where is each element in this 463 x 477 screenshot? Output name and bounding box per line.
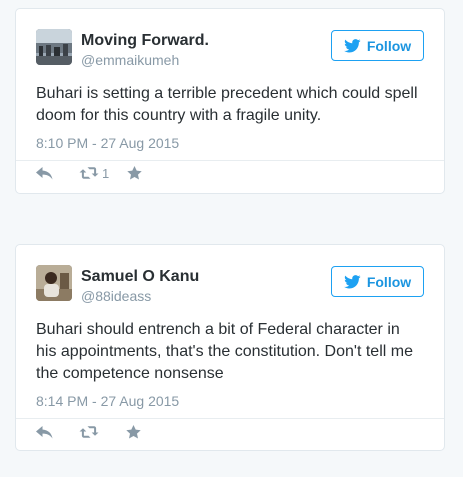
tweet-actions: 1 [36,163,142,183]
avatar[interactable] [36,29,72,65]
reply-icon[interactable] [36,425,53,439]
tweet-header: Samuel O Kanu @88ideass Follow [36,265,424,305]
follow-button[interactable]: Follow [331,266,424,297]
tweet-header: Moving Forward. @emmaikumeh Follow [36,29,424,69]
display-name[interactable]: Moving Forward. [81,31,209,51]
tweet-card: Samuel O Kanu @88ideass Follow Buhari sh… [15,244,445,451]
tweet-timestamp[interactable]: 8:14 PM - 27 Aug 2015 [36,393,179,409]
bird-icon [343,38,361,53]
tweet-actions [36,422,141,442]
retweet-icon[interactable]: 1 [79,166,109,181]
favorite-icon[interactable] [126,425,141,439]
follow-label: Follow [366,273,412,290]
follow-label: Follow [366,37,412,54]
bird-icon [343,274,361,289]
divider [16,160,444,161]
follow-button[interactable]: Follow [331,30,424,61]
tweet-timestamp[interactable]: 8:10 PM - 27 Aug 2015 [36,135,179,151]
retweet-count: 1 [102,165,110,181]
retweet-icon[interactable] [79,425,108,439]
user-handle[interactable]: @88ideass [81,287,199,305]
tweet-text: Buhari should entrench a bit of Federal … [36,321,413,382]
favorite-icon[interactable] [127,166,142,180]
avatar[interactable] [36,265,72,301]
display-name[interactable]: Samuel O Kanu [81,267,199,287]
divider [16,418,444,419]
tweet-text: Buhari is setting a terrible precedent w… [36,85,418,124]
user-handle[interactable]: @emmaikumeh [81,51,209,69]
reply-icon[interactable] [36,166,53,180]
tweet-card: Moving Forward. @emmaikumeh Follow Buhar… [15,8,445,194]
